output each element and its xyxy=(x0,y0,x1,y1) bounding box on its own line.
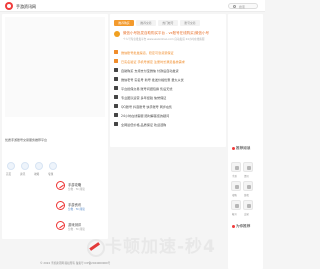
no-entry-icon xyxy=(56,221,65,230)
tab-hot-accounts[interactable]: 热门帐号 xyxy=(158,20,178,26)
feature-text: 专业团队运营 多年经验 信誉保证 xyxy=(121,95,167,100)
feature-text: 24小时在线客服 随时解答您的疑问 xyxy=(121,113,170,118)
quick-link-label: 攻略 xyxy=(34,173,40,176)
quick-link-label: 首页 xyxy=(6,173,12,176)
quick-link-news[interactable]: 资讯 xyxy=(20,162,29,176)
channel-meta: 分类 · 7k 阅读 xyxy=(68,227,85,231)
thumb-label: 攻略 xyxy=(232,194,237,197)
thumb-label: 交易 xyxy=(244,213,249,216)
tab-recommend-buy[interactable]: 推荐购买 xyxy=(114,20,134,26)
feature-item: 微信老号 实名号 新号 批发价格优惠 量大从优 xyxy=(114,75,222,83)
tab-bar: 推荐购买 推荐交易 热门帐号 账号交易 xyxy=(114,20,224,26)
feature-text: 全网最低价格 品质保证 欢迎选购 xyxy=(121,122,167,127)
check-icon xyxy=(114,112,118,117)
footer: © 2024 手游资讯网 版权所有 备案号 ICP备2024000000号 xyxy=(0,258,228,269)
thumb-item[interactable] xyxy=(243,162,253,172)
main-content-card: 推荐购买 推荐交易 热门帐号 账号交易 微信小号批发自助购买平台 - vx账号在… xyxy=(110,14,226,147)
channel-item[interactable]: 手游资讯 分类 · 7k 阅读 xyxy=(56,200,108,214)
quick-link-topic[interactable]: 专题 xyxy=(48,162,57,176)
thumb-label: 手游 xyxy=(232,175,237,178)
feature-text: 微信老号 实名号 新号 批发价格优惠 量大从优 xyxy=(121,77,184,82)
featured-notice[interactable]: 微信小号批发自助购买平台 - vx账号在线购买(微信小号 个人号专业批发平台 w… xyxy=(114,30,222,44)
watermark: 卡顿加速-秒4 xyxy=(85,232,216,257)
thumb-label: 游戏 xyxy=(244,194,249,197)
check-icon xyxy=(114,58,118,63)
quick-link-label: 专题 xyxy=(48,173,54,176)
no-entry-icon xyxy=(56,201,65,210)
hot-reads-title: 推荐阅读 xyxy=(232,146,250,151)
thumb-label: 帐号 xyxy=(232,213,237,216)
recommend-icon xyxy=(232,224,235,228)
quick-link-row: 首页 资讯 攻略 专题 xyxy=(5,162,105,176)
check-icon xyxy=(114,76,118,81)
check-icon xyxy=(114,94,118,99)
feature-item: 24小时在线客服 随时解答您的疑问 xyxy=(114,111,222,119)
recommend-title: 为你推荐 xyxy=(232,224,250,229)
intro-text: 优质手游账号交易服务推荐平台 xyxy=(5,138,48,142)
banner-placeholder xyxy=(5,17,105,117)
check-icon xyxy=(114,49,118,54)
sidebar-card: 推荐阅读 手游 资讯 攻略 游戏 帐号 交易 为你推荐 xyxy=(228,14,263,269)
watermark-text: 卡顿加速-秒4 xyxy=(105,237,216,257)
quick-link-guide[interactable]: 攻略 xyxy=(34,162,43,176)
channel-meta: 分类 · 7k 阅读 xyxy=(68,207,85,211)
search-icon[interactable] xyxy=(233,5,236,8)
feature-text: 微信账号批发渠道，稳定可靠货源保证 xyxy=(121,50,174,55)
feature-item: 平台担保交易 账号问题包换 售后无忧 xyxy=(114,84,222,92)
notice-title[interactable]: 微信小号批发自助购买平台 - vx账号在线购买(微信小号 xyxy=(123,31,209,36)
left-content-card: 优质手游账号交易服务推荐平台 首页 资讯 攻略 专题 手游攻略 分类 · 7k … xyxy=(2,14,108,239)
notice-icon xyxy=(114,31,120,37)
feature-text: 平台担保交易 账号问题包换 售后无忧 xyxy=(121,86,173,91)
feature-text: 已实名验证 手机号绑定 注册时长满足各类需求 xyxy=(121,59,185,64)
feature-text: QQ账号 抖音账号 快手账号 同步在售 xyxy=(121,104,173,109)
tab-account-trade[interactable]: 账号交易 xyxy=(180,20,200,26)
thumb-item[interactable] xyxy=(231,162,241,172)
thumb-item[interactable] xyxy=(231,181,241,191)
feature-item: 专业团队运营 多年经验 信誉保证 xyxy=(114,93,222,101)
thumb-item[interactable] xyxy=(231,200,241,210)
check-icon xyxy=(114,67,118,72)
hot-icon xyxy=(232,146,235,150)
watermark-logo-icon xyxy=(85,238,105,257)
thumb-label: 资讯 xyxy=(244,175,249,178)
search-input[interactable]: 搜索 xyxy=(239,5,245,9)
check-icon xyxy=(114,85,118,90)
hot-reads-label: 推荐阅读 xyxy=(236,146,251,150)
feature-text: 自助购买 支持支付宝微信 付款后自动发货 xyxy=(121,68,179,73)
notice-subtitle: 个人号专业批发平台 www.weixinhao.com 自动发货 24小时在线客… xyxy=(123,37,205,41)
feature-item: 微信账号批发渠道，稳定可靠货源保证 xyxy=(114,48,222,56)
channel-item[interactable]: 手游攻略 分类 · 7k 阅读 xyxy=(56,180,108,194)
feature-item: QQ账号 抖音账号 快手账号 同步在售 xyxy=(114,102,222,110)
site-name[interactable]: 手游资讯网 xyxy=(16,4,36,10)
feature-item: 自助购买 支持支付宝微信 付款后自动发货 xyxy=(114,66,222,74)
top-navigation-bar: 手游资讯网 搜索 xyxy=(0,0,265,12)
feature-item: 全网最低价格 品质保证 欢迎选购 xyxy=(114,120,222,128)
tab-recommend-trade[interactable]: 推荐交易 xyxy=(136,20,156,26)
channel-meta: 分类 · 7k 阅读 xyxy=(68,187,85,191)
check-icon xyxy=(114,103,118,108)
recommend-label: 为你推荐 xyxy=(236,224,251,228)
no-entry-icon xyxy=(56,181,65,190)
quick-link-home[interactable]: 首页 xyxy=(6,162,15,176)
thumb-item[interactable] xyxy=(243,200,253,210)
thumb-item[interactable] xyxy=(243,181,253,191)
footer-copyright: © 2024 手游资讯网 版权所有 备案号 ICP备2024000000号 xyxy=(40,262,111,265)
feature-item: 已实名验证 手机号绑定 注册时长满足各类需求 xyxy=(114,57,222,65)
search-box[interactable]: 搜索 xyxy=(228,3,258,9)
site-logo-icon[interactable] xyxy=(5,2,13,10)
check-icon xyxy=(114,121,118,126)
quick-link-label: 资讯 xyxy=(20,173,26,176)
